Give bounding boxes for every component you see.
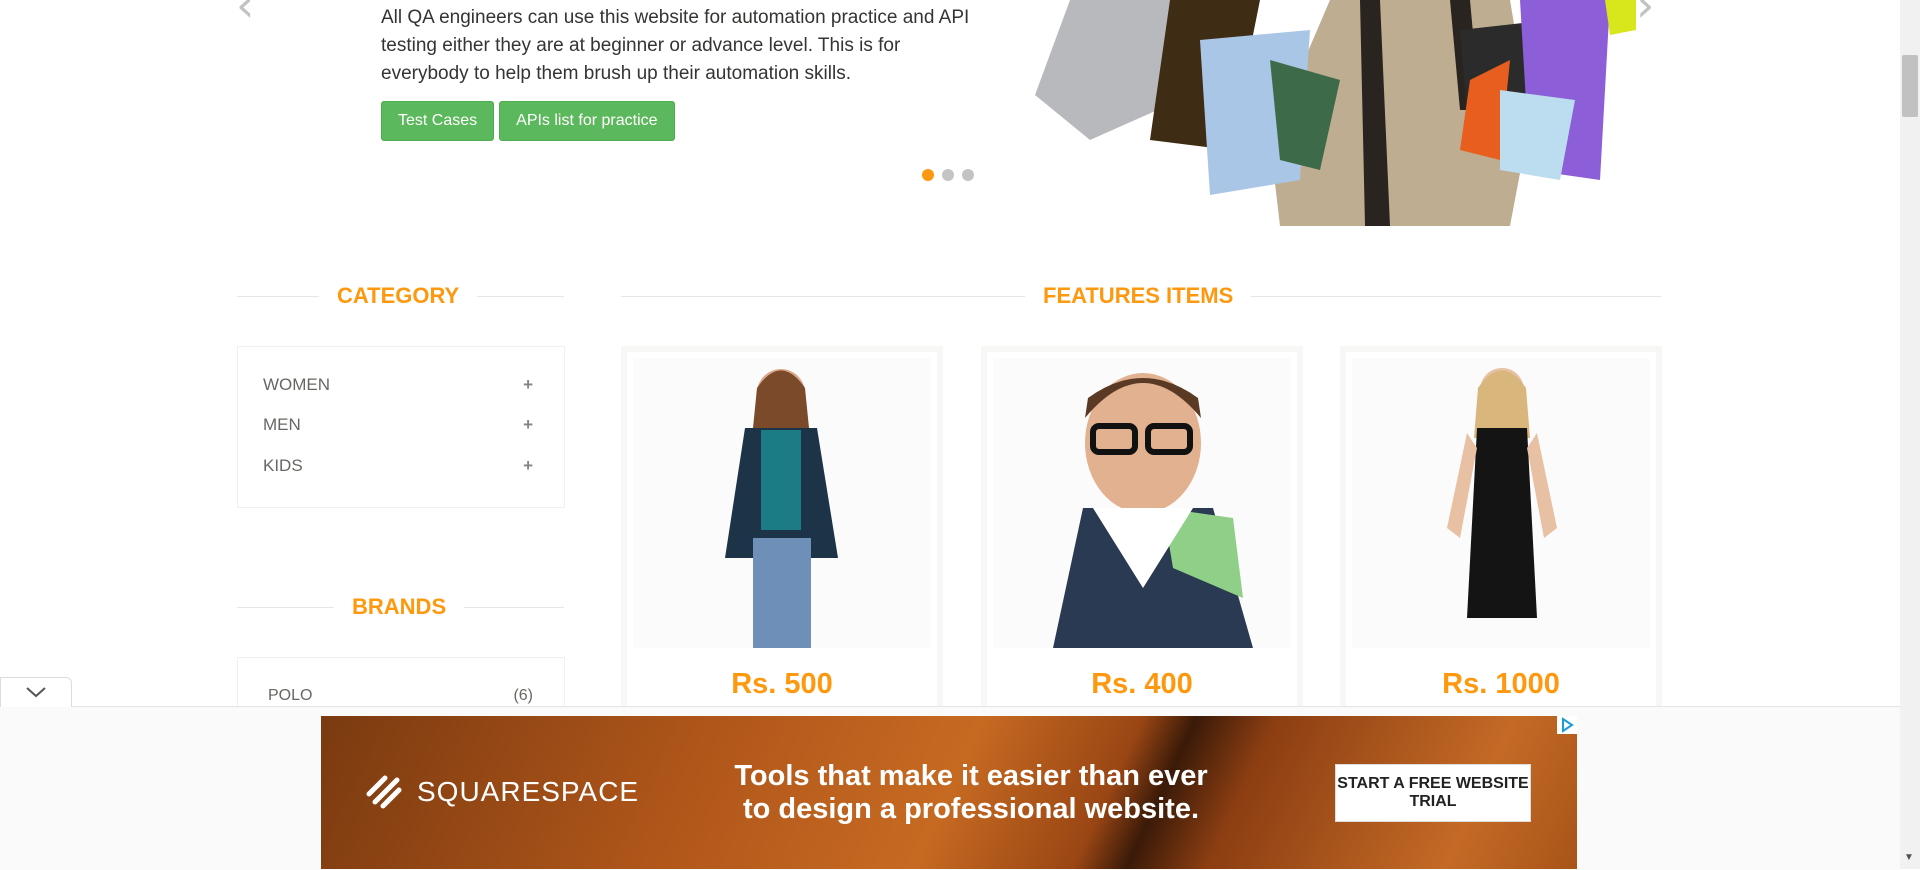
- product-price: Rs. 1000: [1442, 668, 1560, 700]
- brands-title: BRANDS: [334, 594, 465, 620]
- carousel-dot-1[interactable]: [922, 169, 934, 181]
- plus-icon[interactable]: +: [523, 456, 533, 476]
- carousel-prev-icon[interactable]: ‹: [236, 0, 254, 28]
- brand-label: POLO: [268, 687, 313, 704]
- category-item-men[interactable]: MEN +: [263, 415, 533, 435]
- adchoices-icon[interactable]: [1557, 716, 1577, 734]
- product-card: Rs. 1000: [1340, 346, 1662, 716]
- hero-carousel: ‹ All QA engineers can use this website …: [0, 0, 1900, 230]
- ad-cta-button[interactable]: START A FREE WEBSITE TRIAL: [1335, 764, 1531, 822]
- category-label: WOMEN: [263, 375, 331, 394]
- product-card: Rs. 500: [621, 346, 943, 716]
- scroll-down-arrow-icon[interactable]: ▼: [1904, 852, 1914, 863]
- brand-count: (6): [513, 687, 533, 704]
- ad-headline-line1: Tools that make it easier than ever: [734, 760, 1208, 792]
- product-card: Rs. 400: [981, 346, 1303, 716]
- scrollbar[interactable]: [1900, 0, 1920, 869]
- product-image[interactable]: [633, 358, 931, 648]
- category-label: KIDS: [263, 456, 303, 475]
- category-label: MEN: [263, 415, 301, 434]
- carousel-indicators: [922, 169, 974, 181]
- hero-buttons: Test Cases APIs list for practice: [381, 101, 675, 141]
- plus-icon[interactable]: +: [523, 415, 533, 435]
- category-title: CATEGORY: [319, 283, 478, 309]
- product-price: Rs. 400: [1091, 668, 1193, 700]
- carousel-dot-3[interactable]: [962, 169, 974, 181]
- ad-brand: SQUARESPACE: [361, 772, 639, 812]
- product-price: Rs. 500: [731, 668, 833, 700]
- product-image[interactable]: [993, 358, 1291, 648]
- carousel-next-icon[interactable]: ›: [1636, 0, 1654, 28]
- test-cases-button[interactable]: Test Cases: [381, 101, 495, 141]
- chevron-down-icon: [26, 687, 46, 698]
- brand-item-polo[interactable]: POLO (6): [268, 687, 533, 705]
- hero-image: [1030, 0, 1636, 226]
- hero-description: All QA engineers can use this website fo…: [381, 7, 970, 84]
- squarespace-logo-icon: [366, 775, 402, 809]
- category-item-women[interactable]: WOMEN +: [263, 375, 533, 395]
- ad-brand-name: SQUARESPACE: [417, 776, 640, 807]
- carousel-dot-2[interactable]: [942, 169, 954, 181]
- product-image[interactable]: [1352, 358, 1650, 648]
- category-panel: WOMEN + MEN + KIDS +: [237, 346, 565, 508]
- ad-collapse-tab[interactable]: [0, 677, 72, 707]
- scrollbar-thumb[interactable]: [1902, 55, 1918, 117]
- features-title: FEATURES ITEMS: [1025, 283, 1252, 309]
- ad-headline: Tools that make it easier than ever to d…: [721, 760, 1221, 826]
- apis-list-button[interactable]: APIs list for practice: [499, 101, 675, 141]
- plus-icon[interactable]: +: [523, 375, 533, 395]
- squarespace-ad[interactable]: SQUARESPACE Tools that make it easier th…: [321, 716, 1577, 869]
- ad-headline-line2: to design a professional website.: [742, 793, 1200, 825]
- category-item-kids[interactable]: KIDS +: [263, 456, 533, 476]
